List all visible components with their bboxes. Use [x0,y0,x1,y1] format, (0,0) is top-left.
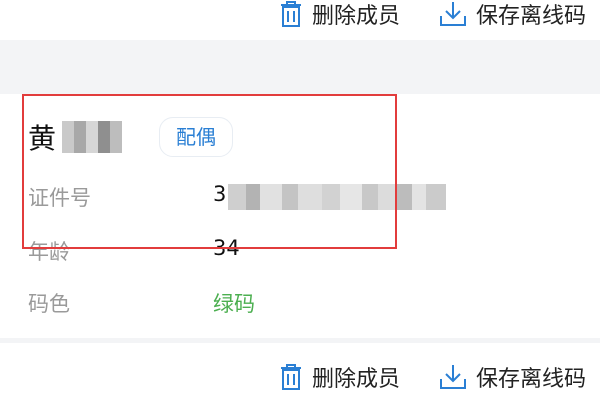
id-number-label: 证件号 [28,186,91,210]
trash-icon [278,363,304,391]
name-blur-mosaic [62,121,123,153]
bottom-action-bar: 删除成员 保存离线码 [0,353,600,401]
download-icon [438,0,468,28]
save-offline-code-label: 保存离线码 [476,367,587,392]
trash-icon [278,0,304,28]
code-color-value: 绿码 [213,292,255,316]
member-name: 黄 [28,117,123,157]
age-value: 34 [213,236,240,260]
save-offline-code-button-2[interactable]: 保存离线码 [438,361,586,393]
delete-member-button-2[interactable]: 删除成员 [278,361,400,393]
age-label: 年龄 [28,240,70,264]
top-action-bar: 删除成员 保存离线码 [0,0,600,38]
save-offline-code-label: 保存离线码 [476,4,587,29]
id-number-value: 3 [213,182,227,206]
code-color-label: 码色 [28,292,70,316]
delete-member-label: 删除成员 [312,4,401,29]
delete-member-label: 删除成员 [312,367,401,392]
member-name-text: 黄 [28,122,57,155]
save-offline-code-button[interactable]: 保存离线码 [438,0,586,30]
delete-member-button[interactable]: 删除成员 [278,0,400,30]
card-separator [0,338,600,343]
id-number-blur-mosaic [228,184,446,210]
section-separator [0,40,600,94]
relation-tag: 配偶 [159,117,233,157]
download-icon [438,363,468,391]
